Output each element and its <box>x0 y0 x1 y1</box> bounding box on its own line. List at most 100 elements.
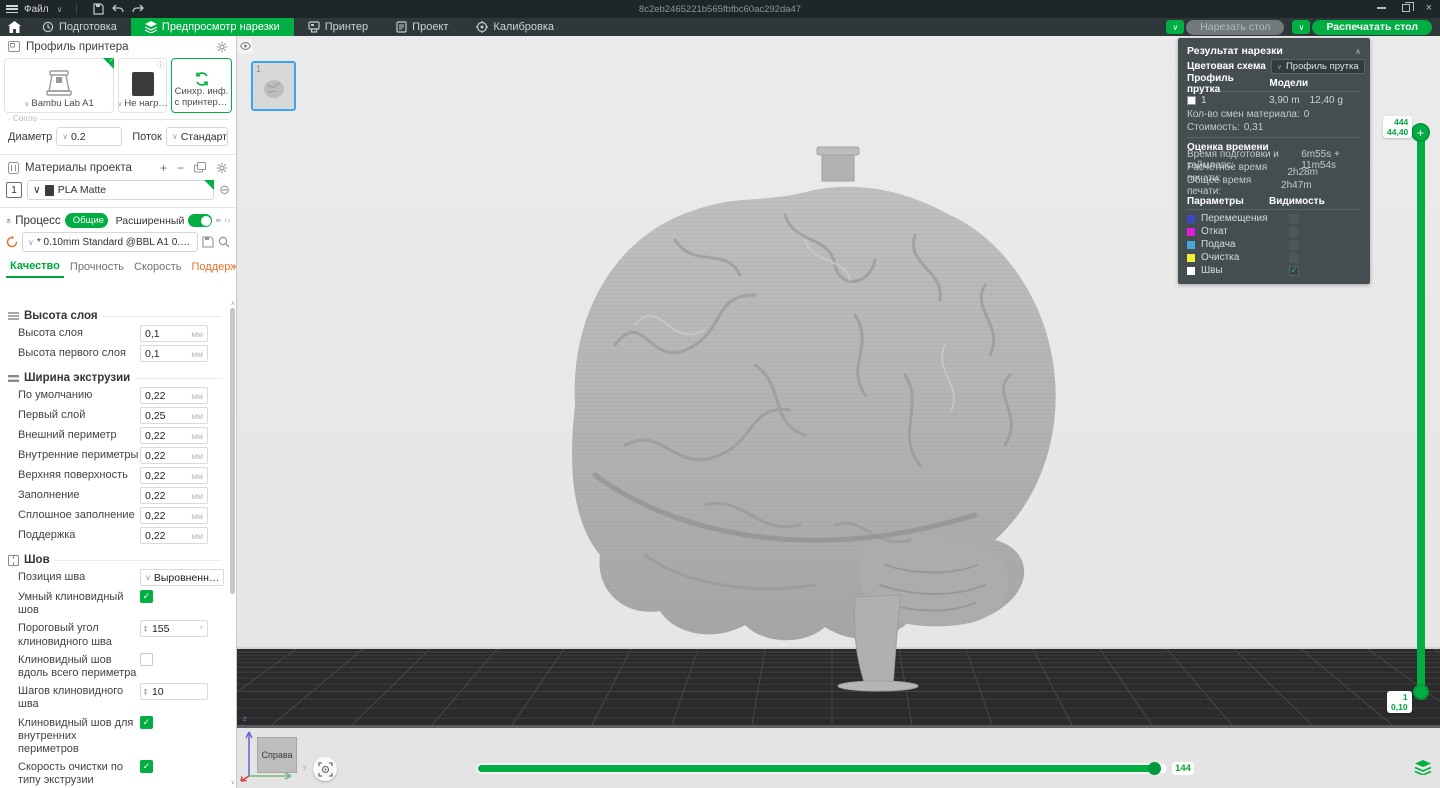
scarf-inner-walls-checkbox[interactable]: ✓ <box>140 715 153 729</box>
slice-dropdown-button[interactable]: ∨ <box>1166 20 1185 34</box>
extrusion-default-input[interactable]: 0,22 мм <box>140 387 208 404</box>
scarf-angle-spinner[interactable]: ▲ ▼ 155 ° <box>140 620 208 638</box>
plate-thumbnail[interactable]: 1 <box>251 61 296 111</box>
extrusion-support-input[interactable]: 0,22 мм <box>140 527 208 544</box>
delete-filament-button[interactable]: ⊖ <box>219 182 230 198</box>
collapse-panel-icon[interactable]: ∧ <box>1355 47 1361 56</box>
speed-slider[interactable] <box>476 762 1167 775</box>
build-plate-front-edge <box>237 725 1440 728</box>
sync-filament-list-icon[interactable] <box>194 162 206 173</box>
file-menu[interactable]: Файл <box>24 4 49 15</box>
brain-model[interactable] <box>555 145 1075 695</box>
process-icon <box>6 218 11 223</box>
search-icon[interactable] <box>218 236 230 248</box>
color-scheme-select[interactable]: ∨ Профиль прутка <box>1270 59 1365 74</box>
extrusion-outer-wall-input[interactable]: 0,22 мм <box>140 427 208 444</box>
legend-checkbox-wipe[interactable] <box>1289 252 1299 263</box>
scarf-steps-spinner[interactable]: ▲ ▼ 10 <box>140 683 208 701</box>
layer-slider-track[interactable] <box>1417 131 1425 693</box>
extrusion-inner-wall-input[interactable]: 0,22 мм <box>140 447 208 464</box>
remove-filament-button[interactable]: − <box>177 161 184 175</box>
tab-support[interactable]: Поддержка <box>188 259 236 277</box>
print-dropdown-button[interactable]: ∨ <box>1292 20 1311 34</box>
cost-value: 0,31 <box>1243 122 1264 133</box>
add-filament-button[interactable]: + <box>160 161 167 175</box>
thumbnail-visibility-button[interactable] <box>238 39 252 53</box>
settings-scrollbar[interactable] <box>230 308 235 594</box>
save-icon[interactable] <box>91 2 105 16</box>
layers-view-button[interactable] <box>1412 758 1434 776</box>
extrusion-infill-input[interactable]: 0,22 мм <box>140 487 208 504</box>
smart-scarf-seam-checkbox[interactable]: ✓ <box>140 590 153 603</box>
home-button[interactable] <box>0 18 28 36</box>
scroll-down-caret[interactable]: ∨ <box>231 779 235 786</box>
print-plate-button[interactable]: Распечатать стол <box>1312 19 1432 35</box>
filament-weight: 12,40 g <box>1309 94 1343 106</box>
file-menu-chevron-icon[interactable]: ∨ <box>57 5 63 14</box>
speed-slider-value: 144 <box>1172 762 1194 775</box>
undo-icon[interactable] <box>111 2 125 16</box>
tab-speed[interactable]: Скорость <box>130 259 186 277</box>
hamburger-icon[interactable] <box>6 5 18 13</box>
filament-slot[interactable]: 1 <box>6 182 22 198</box>
diameter-select[interactable]: ∨ 0.2 <box>56 127 123 146</box>
speed-slider-handle[interactable] <box>1148 762 1161 775</box>
legend-checkbox-seams[interactable]: ✓ <box>1289 265 1299 276</box>
scarf-entire-wall-checkbox[interactable] <box>140 652 153 666</box>
advanced-toggle[interactable] <box>188 214 213 227</box>
seam-position-select[interactable]: ∨ Выровненн… <box>140 569 224 586</box>
restore-button[interactable] <box>1401 2 1414 12</box>
printer-selected-badge <box>103 57 115 69</box>
extrusion-first-layer-input[interactable]: 0,25 мм <box>140 407 208 424</box>
minimize-button[interactable] <box>1376 7 1386 9</box>
slice-plate-button[interactable]: Нарезать стол <box>1186 19 1285 35</box>
legend-color-wipe <box>1187 253 1195 262</box>
close-button[interactable]: × <box>1426 2 1432 14</box>
scope-global[interactable]: Общие <box>64 213 108 228</box>
tab-preview[interactable]: Предпросмотр нарезки <box>130 18 294 36</box>
layer-slider-bottom-handle[interactable] <box>1413 684 1429 700</box>
tab-printer[interactable]: Принтер <box>294 18 382 36</box>
save-preset-icon[interactable] <box>202 236 214 248</box>
extrusion-top-surface-input[interactable]: 0,22 мм <box>140 467 208 484</box>
view-cube[interactable]: Справа <box>257 737 297 773</box>
legend-color-unretract <box>1187 240 1195 249</box>
materials-icon <box>8 161 19 174</box>
legend-checkbox-unretract[interactable] <box>1289 239 1299 250</box>
layer-height-input[interactable]: 0,1 мм <box>140 325 208 342</box>
printer-settings-gear-icon[interactable] <box>216 41 228 53</box>
first-layer-height-input[interactable]: 0,1 мм <box>140 345 208 362</box>
wipe-speed-checkbox[interactable]: ✓ <box>140 760 153 774</box>
sync-printer-card[interactable]: Синхр. инф. с принтер… <box>171 58 232 113</box>
speed-slider-fill <box>478 765 1155 772</box>
view-list-icon[interactable] <box>216 216 222 226</box>
tab-project[interactable]: Проект <box>382 18 462 36</box>
plate-type-card[interactable]: ⓘ ∨ Не нагр… <box>117 58 168 113</box>
slice-result-title: Результат нарезки <box>1187 45 1283 57</box>
scroll-up-caret[interactable]: ∧ <box>231 300 235 307</box>
legend-checkbox-retract[interactable] <box>1289 226 1299 237</box>
filament-settings-gear-icon[interactable] <box>216 162 228 174</box>
layer-slider-top-handle[interactable]: + <box>1411 123 1430 142</box>
snapshot-camera-button[interactable] <box>313 757 337 781</box>
tab-strength[interactable]: Прочность <box>66 259 128 277</box>
process-scope-toggle[interactable]: Общие Модели <box>64 213 108 228</box>
col-models: Модели <box>1269 78 1309 89</box>
materials-title: Материалы проекта <box>25 161 132 174</box>
reset-preset-icon[interactable] <box>6 236 18 248</box>
process-preset-select[interactable]: ∨ * 0.10mm Standard @BBL A1 0.2 nozzle <box>22 232 198 252</box>
tab-calibration[interactable]: Калибровка <box>462 18 568 36</box>
nozzle-legend: Сопло <box>10 114 40 123</box>
tab-prepare[interactable]: Подготовка <box>28 18 131 36</box>
printer-card[interactable]: ∨Bambu Lab A1 <box>4 57 115 113</box>
filament-name: PLA Matte <box>57 184 107 196</box>
compare-preset-icon[interactable] <box>225 215 230 226</box>
redo-icon[interactable] <box>131 2 145 16</box>
layer-slider-bottom-tooltip: 1 0,10 <box>1387 691 1412 713</box>
settings-scroll-area[interactable]: Высота слоя Высота слоя 0,1 мм Высота пер… <box>0 306 228 788</box>
legend-checkbox-travel[interactable] <box>1289 213 1299 224</box>
tab-quality[interactable]: Качество <box>6 258 64 278</box>
flow-select[interactable]: ∨Стандартный <box>165 127 228 146</box>
filament-select[interactable]: ∨ PLA Matte <box>27 180 215 200</box>
extrusion-solid-infill-input[interactable]: 0,22 мм <box>140 507 208 524</box>
